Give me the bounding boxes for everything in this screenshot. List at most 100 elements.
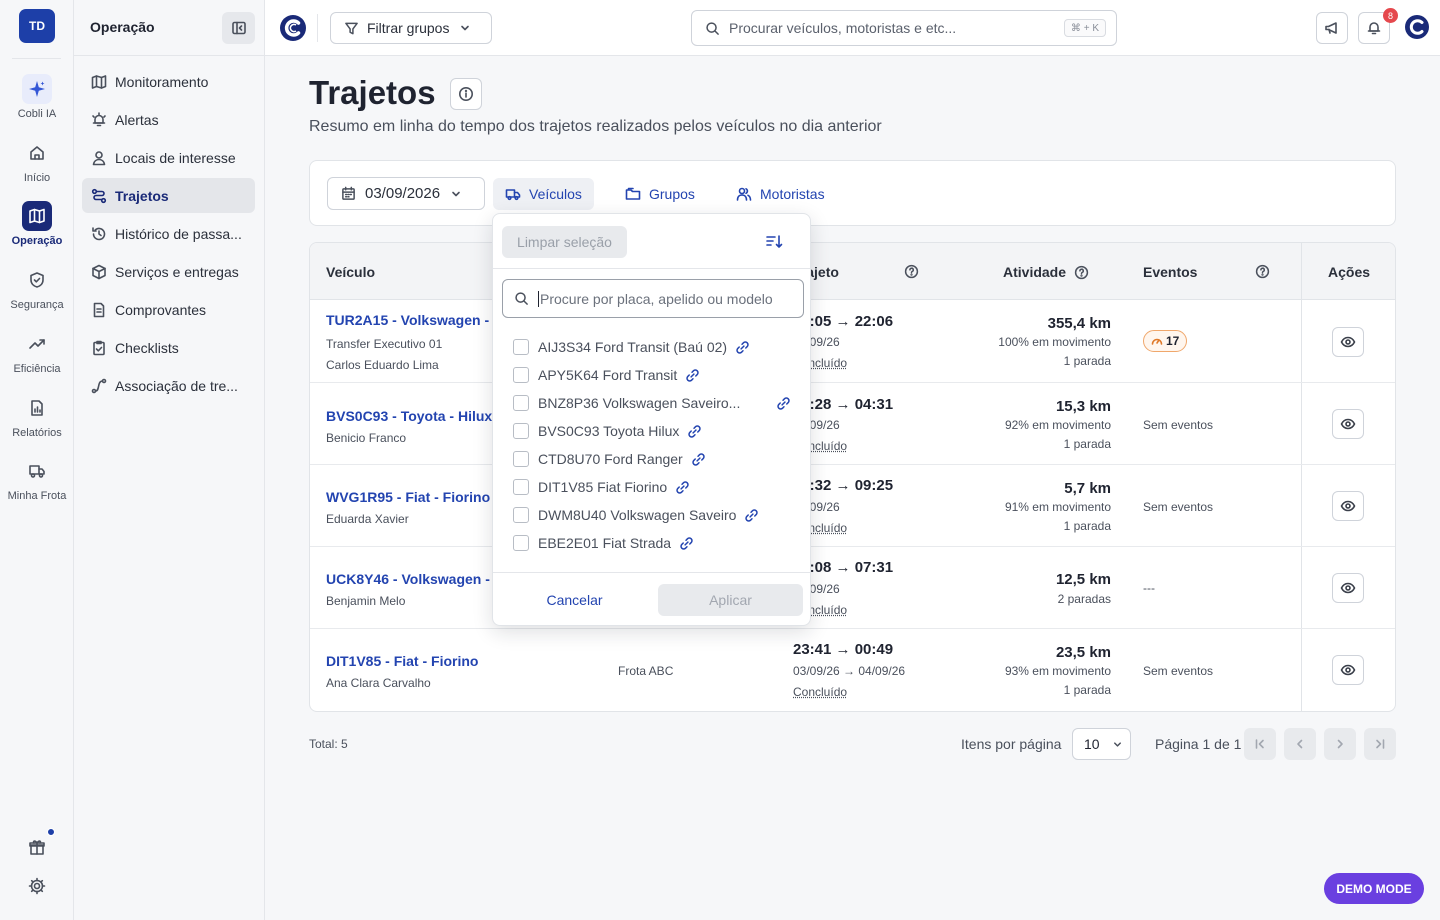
rail-item-relatorios[interactable]: Relatórios (0, 393, 74, 439)
table-header: Veículo Trajeto Atividade Eventos Ações (310, 243, 1395, 300)
rail-item-seguranca[interactable]: Segurança (0, 265, 74, 311)
vehicle-link[interactable]: BVS0C93 - Toyota - Hilux (326, 408, 492, 424)
trip-status[interactable]: Concluído (793, 685, 847, 699)
global-search-input[interactable]: Procurar veículos, motoristas e etc... ⌘… (691, 10, 1117, 46)
vehicle-option[interactable]: DIT1V85 Fiat Fiorino (513, 477, 690, 497)
checkbox[interactable] (513, 367, 529, 383)
sidebar-item-alertas[interactable]: Alertas (82, 102, 255, 137)
vehicle-option[interactable]: DWM8U40 Volkswagen Saveiro (513, 505, 759, 525)
next-page-button[interactable] (1324, 728, 1356, 760)
page-indicator: Página 1 de 1 (1155, 736, 1242, 752)
vehicle-option[interactable]: BVS0C93 Toyota Hilux (513, 421, 702, 441)
gear-icon[interactable] (24, 873, 50, 899)
vehicle-option[interactable]: AIJ3S34 Ford Transit (Baú 02) (513, 337, 750, 357)
view-trip-button[interactable] (1332, 655, 1364, 685)
sparkles-icon (22, 74, 52, 104)
header-events[interactable]: Eventos (1143, 264, 1197, 280)
previous-page-button[interactable] (1284, 728, 1316, 760)
gift-icon[interactable] (24, 834, 50, 860)
sidebar-item-locais[interactable]: Locais de interesse (82, 140, 255, 175)
header-vehicle[interactable]: Veículo (326, 264, 375, 280)
header-actions: Ações (1328, 264, 1371, 280)
checkbox[interactable] (513, 479, 529, 495)
user-avatar[interactable]: TD (19, 9, 55, 43)
rail-item-cobli-ia[interactable]: Cobli IA (0, 74, 74, 120)
activity-movement: 91% em movimento (1004, 500, 1111, 514)
rail-divider (12, 58, 61, 59)
checkbox[interactable] (513, 507, 529, 523)
date-picker-button[interactable]: 03/09/2026 (327, 177, 485, 210)
collapse-sidebar-button[interactable] (222, 12, 255, 44)
tab-motoristas[interactable]: Motoristas (724, 178, 837, 210)
sidebar-item-trajetos[interactable]: Trajetos (82, 178, 255, 213)
first-page-button[interactable] (1244, 728, 1276, 760)
sidebar-item-historico[interactable]: Histórico de passa... (82, 216, 255, 251)
home-icon (22, 138, 52, 168)
view-trip-button[interactable] (1332, 409, 1364, 439)
rail-label: Início (23, 172, 51, 184)
rail-label: Eficiência (13, 363, 61, 375)
last-page-button[interactable] (1364, 728, 1396, 760)
tab-veiculos[interactable]: Veículos (493, 178, 594, 210)
account-logo-icon[interactable] (1404, 14, 1430, 40)
rail-item-eficiencia[interactable]: Eficiência (0, 329, 74, 375)
date-value: 03/09/2026 (365, 185, 441, 202)
vehicle-option[interactable]: CTD8U70 Ford Ranger (513, 449, 706, 469)
sidebar-item-label: Checklists (115, 339, 179, 356)
filter-groups-button[interactable]: Filtrar grupos (330, 12, 492, 44)
header-events-help[interactable] (1255, 264, 1270, 279)
sidebar-item-comprovantes[interactable]: Comprovantes (82, 292, 255, 327)
help-icon (1255, 264, 1270, 279)
view-trip-button[interactable] (1332, 573, 1364, 603)
checkbox[interactable] (513, 423, 529, 439)
sidebar-item-label: Monitoramento (115, 73, 209, 90)
sidebar-item-checklists[interactable]: Checklists (82, 330, 255, 365)
link-icon (680, 536, 693, 550)
vehicle-search-input[interactable]: Procure por placa, apelido ou modelo (502, 279, 804, 318)
tab-label: Grupos (649, 186, 695, 202)
section-sidebar: Operação Monitoramento Alertas Locais de… (74, 0, 265, 920)
sidebar-item-associacao[interactable]: Associação de tre... (82, 368, 255, 403)
tab-grupos[interactable]: Grupos (613, 178, 707, 210)
events-text: Sem eventos (1143, 500, 1214, 514)
cobli-logo-icon[interactable] (279, 14, 307, 42)
sidebar-item-monitoramento[interactable]: Monitoramento (82, 64, 255, 99)
activity-stops: 1 parada (1063, 683, 1111, 697)
page-info-button[interactable] (450, 78, 482, 110)
checkbox[interactable] (513, 339, 529, 355)
chevron-left-icon (1297, 739, 1303, 749)
checkbox[interactable] (513, 535, 529, 551)
trip-time: 23:41 → 00:49 (793, 641, 894, 658)
activity-stops: 2 paradas (1057, 592, 1111, 606)
view-trip-button[interactable] (1332, 491, 1364, 521)
apply-button[interactable]: Aplicar (658, 584, 803, 616)
rail-item-inicio[interactable]: Início (0, 138, 74, 184)
checkbox[interactable] (513, 451, 529, 467)
filters-card: 03/09/2026 Veículos Grupos Motoristas (309, 160, 1396, 226)
vehicle-option[interactable]: APY5K64 Ford Transit (513, 365, 700, 385)
vehicle-link[interactable]: WVG1R95 - Fiat - Fiorino (326, 489, 490, 505)
vehicle-option[interactable]: EBE2E01 Fiat Strada (513, 533, 694, 553)
sidebar-item-servicos[interactable]: Serviços e entregas (82, 254, 255, 289)
vehicle-option[interactable]: BNZ8P36 Volkswagen Saveiro... (513, 393, 791, 413)
global-search-placeholder: Procurar veículos, motoristas e etc... (729, 20, 957, 36)
vehicle-option-label: DIT1V85 Fiat Fiorino (538, 479, 668, 495)
header-activity[interactable]: Atividade (1003, 264, 1089, 280)
vehicle-option-label: APY5K64 Ford Transit (538, 367, 678, 383)
rail-item-operacao[interactable]: Operação (0, 201, 74, 247)
checkbox[interactable] (513, 395, 529, 411)
clear-selection-button[interactable]: Limpar seleção (502, 226, 627, 258)
events-badge[interactable]: 17 (1143, 330, 1188, 352)
rail-item-minha-frota[interactable]: Minha Frota (0, 456, 74, 502)
activity-distance: 15,3 km (1055, 398, 1111, 415)
sort-icon[interactable] (765, 234, 783, 250)
vehicle-option-label: CTD8U70 Ford Ranger (538, 451, 683, 467)
view-trip-button[interactable] (1332, 327, 1364, 357)
header-trip-help[interactable] (904, 264, 919, 279)
vehicle-link[interactable]: DIT1V85 - Fiat - Fiorino (326, 653, 478, 669)
cancel-button[interactable]: Cancelar (502, 584, 647, 616)
demo-mode-badge[interactable]: DEMO MODE (1324, 873, 1424, 904)
announcements-button[interactable] (1316, 12, 1348, 44)
bell-alert-icon (92, 111, 106, 126)
items-per-page-select[interactable]: 10 (1072, 728, 1131, 760)
